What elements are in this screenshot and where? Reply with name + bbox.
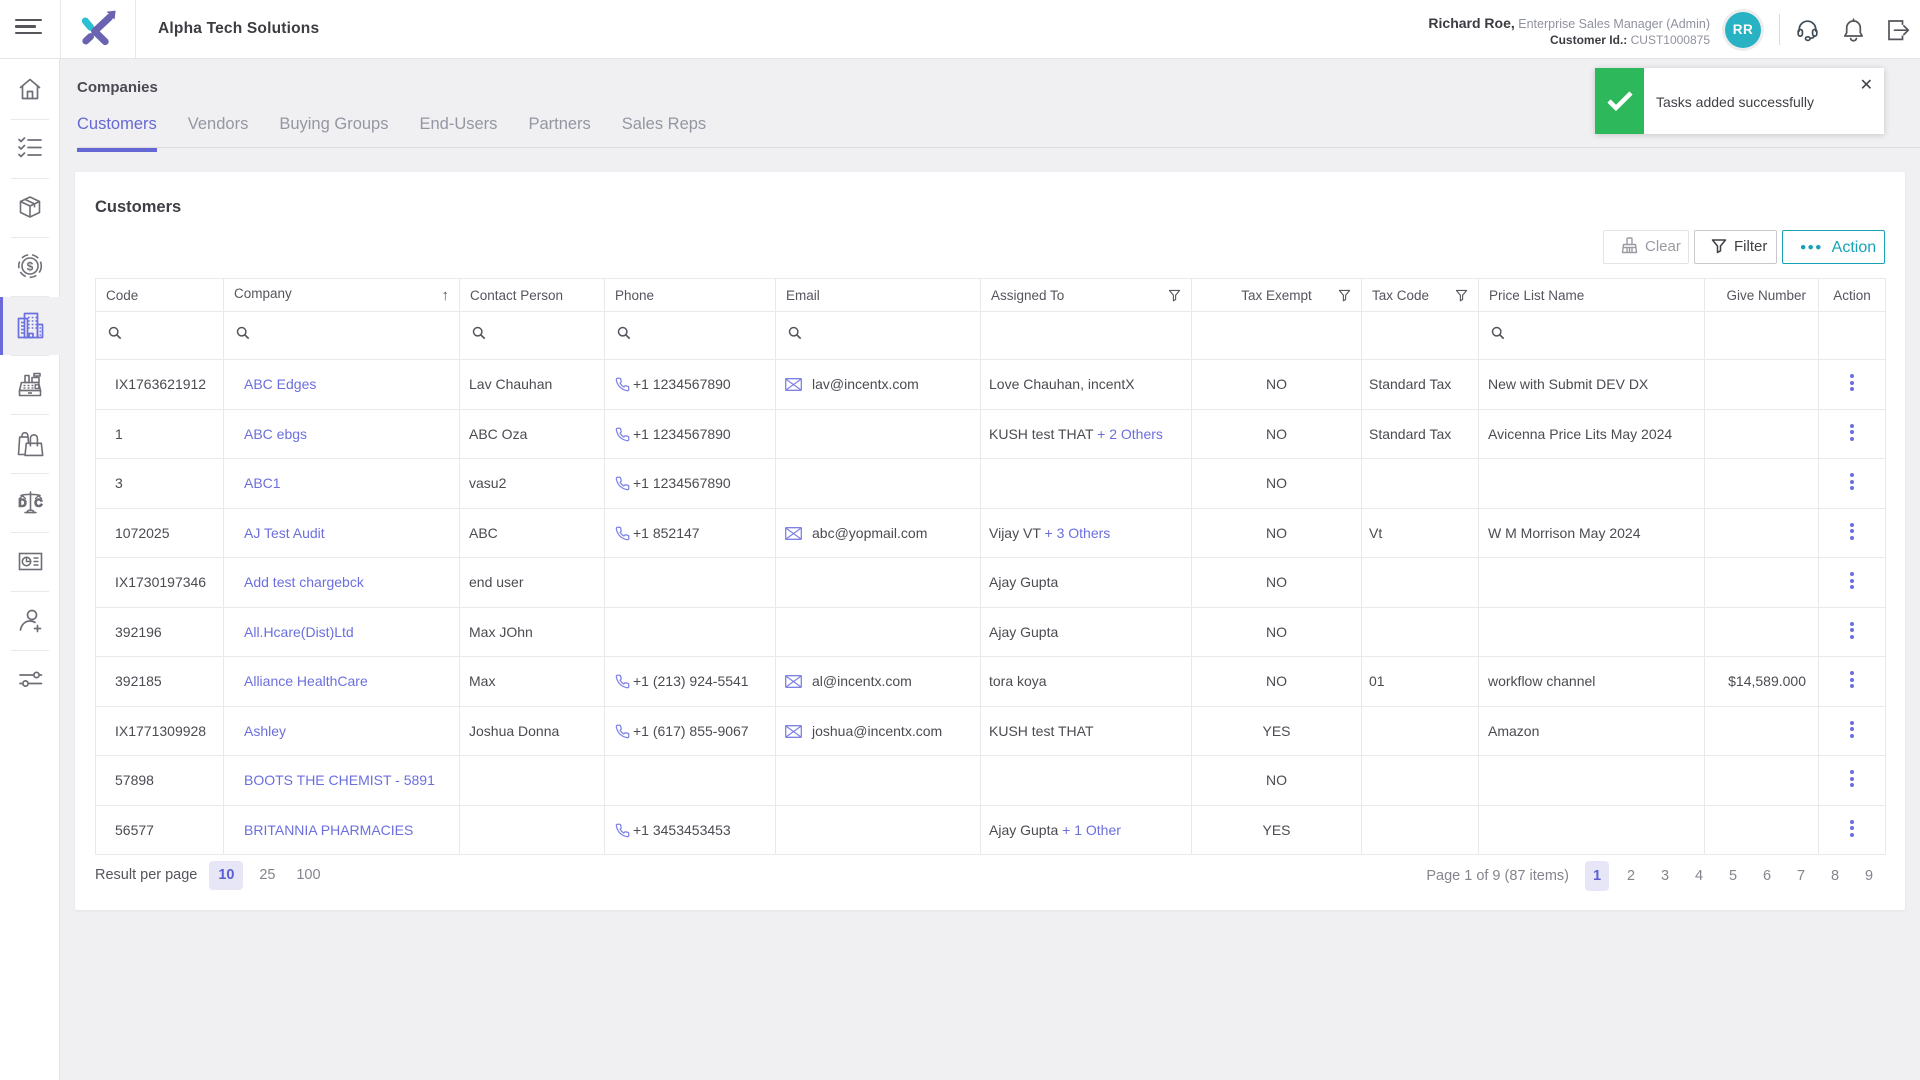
svg-text:C: C: [35, 498, 43, 510]
svg-text:D: D: [19, 498, 27, 510]
svg-text:$: $: [27, 259, 34, 273]
